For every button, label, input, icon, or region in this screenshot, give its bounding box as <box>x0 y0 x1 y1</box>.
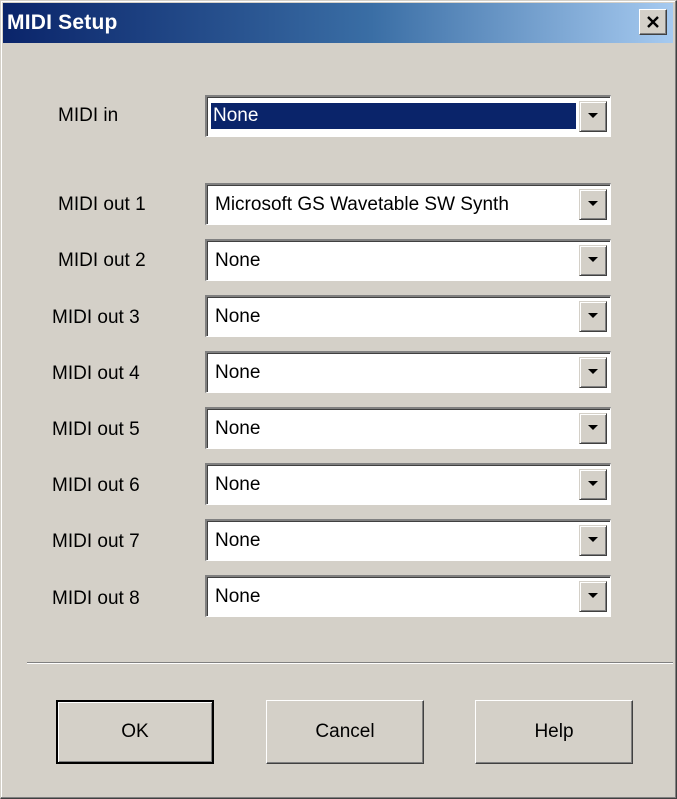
dropdown-arrow-icon <box>588 313 598 318</box>
midi-out-8-select[interactable]: None <box>205 575 611 617</box>
midi-out-4-dropdown-button[interactable] <box>579 357 607 388</box>
midi-out-5-select[interactable]: None <box>205 407 611 449</box>
midi-out-2-value: None <box>215 250 261 271</box>
midi-out-7-select[interactable]: None <box>205 519 611 561</box>
midi-out-2-dropdown-button[interactable] <box>579 245 607 276</box>
midi-out-5-value: None <box>215 418 261 439</box>
midi-out-6-select[interactable]: None <box>205 463 611 505</box>
midi-out-7-dropdown-button[interactable] <box>579 525 607 556</box>
midi-out-3-value: None <box>215 306 261 327</box>
midi-out-6-dropdown-button[interactable] <box>579 469 607 500</box>
dropdown-arrow-icon <box>588 593 598 598</box>
cancel-button[interactable]: Cancel <box>266 700 424 764</box>
midi-out-1-value: Microsoft GS Wavetable SW Synth <box>215 194 509 215</box>
midi-out-4-select[interactable]: None <box>205 351 611 393</box>
midi-out-4-label: MIDI out 4 <box>52 363 140 384</box>
midi-out-1-dropdown-button[interactable] <box>579 189 607 220</box>
midi-out-7-label: MIDI out 7 <box>52 531 140 552</box>
midi-out-5-label: MIDI out 5 <box>52 419 140 440</box>
midi-setup-dialog: MIDI Setup MIDI in None MIDI out 1 Micro… <box>0 0 677 799</box>
ok-button[interactable]: OK <box>56 700 214 764</box>
midi-out-3-dropdown-button[interactable] <box>579 301 607 332</box>
midi-in-label: MIDI in <box>58 105 119 126</box>
midi-out-8-value: None <box>215 586 261 607</box>
dropdown-arrow-icon <box>588 257 598 262</box>
title-bar[interactable]: MIDI Setup <box>3 3 673 43</box>
midi-in-value: None <box>211 103 576 129</box>
midi-out-5-dropdown-button[interactable] <box>579 413 607 444</box>
midi-out-6-label: MIDI out 6 <box>52 475 140 496</box>
close-icon <box>647 16 659 28</box>
midi-out-2-select[interactable]: None <box>205 239 611 281</box>
separator <box>27 662 673 664</box>
midi-out-2-label: MIDI out 2 <box>58 250 146 271</box>
midi-in-select[interactable]: None <box>205 95 611 137</box>
midi-out-4-value: None <box>215 362 261 383</box>
dropdown-arrow-icon <box>588 369 598 374</box>
midi-out-1-label: MIDI out 1 <box>58 194 146 215</box>
dropdown-arrow-icon <box>588 425 598 430</box>
window-title: MIDI Setup <box>7 11 118 34</box>
midi-out-3-select[interactable]: None <box>205 295 611 337</box>
dropdown-arrow-icon <box>588 537 598 542</box>
help-button[interactable]: Help <box>475 700 633 764</box>
midi-out-8-dropdown-button[interactable] <box>579 581 607 612</box>
dropdown-arrow-icon <box>588 201 598 206</box>
midi-out-8-label: MIDI out 8 <box>52 588 140 609</box>
dropdown-arrow-icon <box>588 481 598 486</box>
midi-out-7-value: None <box>215 530 261 551</box>
dropdown-arrow-icon <box>588 113 598 118</box>
midi-out-6-value: None <box>215 474 261 495</box>
midi-out-3-label: MIDI out 3 <box>52 307 140 328</box>
midi-out-1-select[interactable]: Microsoft GS Wavetable SW Synth <box>205 183 611 225</box>
midi-in-dropdown-button[interactable] <box>579 101 607 132</box>
close-button[interactable] <box>639 9 667 35</box>
